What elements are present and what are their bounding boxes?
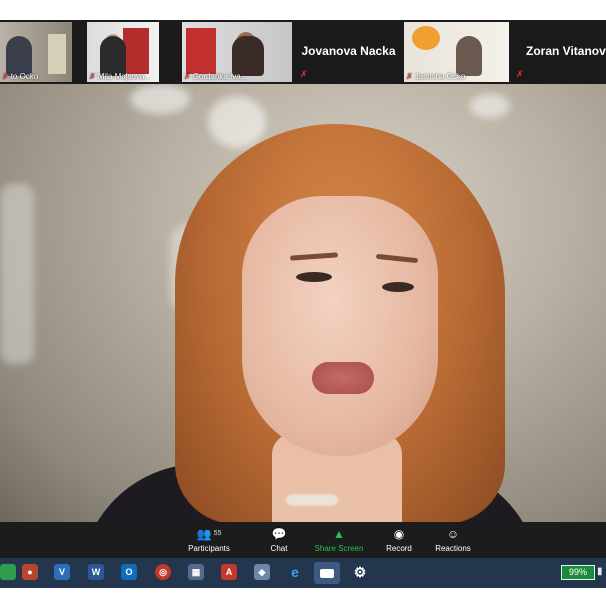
background-banner bbox=[123, 28, 149, 74]
calculator-icon[interactable]: ▦ bbox=[188, 564, 204, 580]
background-light bbox=[470, 94, 510, 118]
reactions-icon: ☺ bbox=[446, 527, 460, 541]
participants-icon: 👥 55 bbox=[196, 527, 222, 541]
participant-tile[interactable]: Jovanova Nacka ✗ bbox=[296, 22, 401, 82]
participant-body bbox=[100, 36, 126, 76]
meeting-toolbar: 👥 55 Participants 💬 Chat ▲ Share Screen ◉… bbox=[0, 522, 606, 558]
mic-muted-icon: ✗ bbox=[89, 72, 96, 81]
participant-name: Jovanova Nacka bbox=[301, 44, 396, 58]
participant-name: ✗ Mila Mojsova... bbox=[89, 72, 152, 81]
participant-body bbox=[6, 36, 32, 76]
background-light bbox=[0, 184, 34, 364]
network-icon[interactable]: ▮ bbox=[597, 566, 603, 577]
participant-tile[interactable]: Zoran Vitanov ✗ bbox=[512, 22, 606, 82]
participant-gallery: ✗ to Ocko ✗ Mila Mojsova... ✗ Gordanka Iva.… bbox=[0, 20, 606, 84]
internet-explorer-icon[interactable]: e bbox=[287, 564, 303, 580]
background-light bbox=[208, 96, 266, 148]
settings-gear-icon[interactable]: ⚙ bbox=[352, 564, 368, 580]
outlook-icon[interactable]: O bbox=[121, 564, 137, 580]
zoom-icon[interactable] bbox=[314, 562, 340, 584]
mic-muted-icon: ✗ bbox=[2, 72, 9, 81]
background-light bbox=[130, 84, 190, 114]
app-icon[interactable]: V bbox=[54, 564, 70, 580]
participant-tile[interactable]: ✗ Jasmina Ocko bbox=[404, 22, 509, 82]
top-margin bbox=[0, 0, 606, 20]
speaker-eye bbox=[296, 272, 332, 282]
participants-button[interactable]: 👥 55 Participants bbox=[174, 526, 244, 553]
windows-taskbar: ● V W O ◎ ▦ A ◆ e ⚙ bbox=[0, 558, 606, 588]
participants-label: Participants bbox=[188, 544, 230, 553]
bottom-margin bbox=[0, 588, 606, 606]
speaker-eye bbox=[382, 282, 414, 292]
app-icon[interactable] bbox=[0, 564, 16, 580]
mic-muted-icon: ✗ bbox=[516, 69, 524, 79]
speaker-face bbox=[242, 196, 438, 456]
participant-tile[interactable]: ✗ to Ocko bbox=[0, 22, 72, 82]
participant-body bbox=[456, 36, 482, 76]
reactions-button[interactable]: ☺ Reactions bbox=[418, 526, 488, 553]
speaker-lips bbox=[312, 362, 374, 394]
participant-tile[interactable]: ✗ Gordanka Iva... bbox=[182, 22, 292, 82]
participant-tile[interactable]: ✗ Mila Mojsova... bbox=[87, 22, 159, 82]
participant-name: ✗ Gordanka Iva... bbox=[184, 72, 248, 81]
mic-muted-icon: ✗ bbox=[184, 72, 191, 81]
chrome-icon[interactable]: ◎ bbox=[155, 564, 171, 580]
pdf-icon[interactable]: A bbox=[221, 564, 237, 580]
app-icon[interactable]: ● bbox=[22, 564, 38, 580]
reactions-label: Reactions bbox=[435, 544, 471, 553]
app-icon[interactable]: ◆ bbox=[254, 564, 270, 580]
speaker-necklace bbox=[287, 496, 337, 504]
participant-name: ✗ to Ocko bbox=[2, 72, 39, 81]
mic-muted-icon: ✗ bbox=[406, 72, 413, 81]
battery-indicator[interactable]: 99% bbox=[561, 565, 595, 580]
mic-muted-icon: ✗ bbox=[300, 69, 308, 79]
participant-name: Zoran Vitanov bbox=[526, 44, 606, 58]
active-speaker-video bbox=[0, 84, 606, 522]
background-banner bbox=[186, 28, 216, 74]
participants-count: 55 bbox=[213, 530, 222, 537]
participant-name: ✗ Jasmina Ocko bbox=[406, 72, 466, 81]
background-banner bbox=[48, 34, 66, 74]
logo-icon bbox=[412, 26, 440, 50]
word-icon[interactable]: W bbox=[88, 564, 104, 580]
participant-body bbox=[232, 36, 264, 76]
